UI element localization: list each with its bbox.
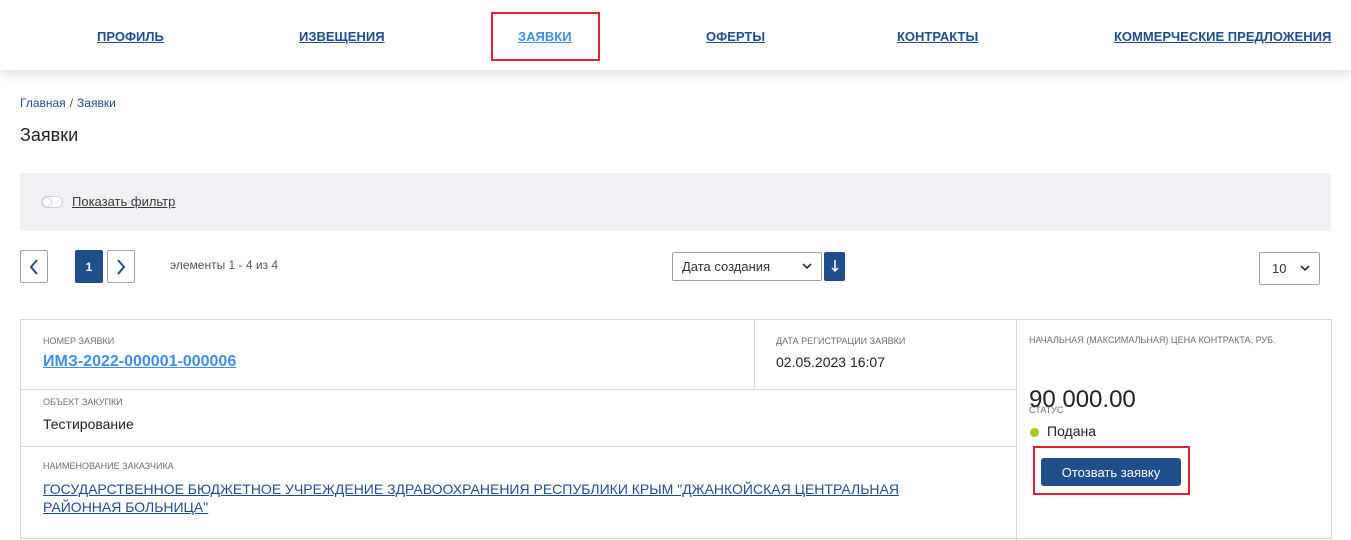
procurement-object-label: ОБЪЕКТ ЗАКУПКИ (43, 397, 123, 407)
breadcrumb-home-link[interactable]: Главная (20, 96, 66, 110)
pagination-info: элементы 1 - 4 из 4 (170, 258, 279, 272)
arrow-down-icon (830, 260, 839, 273)
nav-item-profile[interactable]: ПРОФИЛЬ (97, 29, 164, 44)
initial-price-label: НАЧАЛЬНАЯ (МАКСИМАЛЬНАЯ) ЦЕНА КОНТРАКТА,… (1029, 335, 1276, 345)
registration-date: 02.05.2023 16:07 (776, 354, 885, 370)
page-title: Заявки (20, 125, 79, 145)
status-indicator-icon (1030, 428, 1039, 437)
customer-name-label: НАИМЕНОВАНИЕ ЗАКАЗЧИКА (43, 461, 174, 471)
application-number-label: НОМЕР ЗАЯВКИ (43, 336, 115, 346)
status-value: Подана (1047, 423, 1097, 439)
chevron-down-icon (1300, 265, 1310, 272)
application-number-link[interactable]: ИМЗ-2022-000001-000006 (43, 353, 236, 371)
sort-field-select[interactable]: Дата создания (672, 252, 822, 281)
top-navigation: ПРОФИЛЬ ИЗВЕЩЕНИЯ ЗАЯВКИ ОФЕРТЫ КОНТРАКТ… (0, 0, 1351, 70)
sort-field-value: Дата создания (682, 259, 771, 274)
registration-date-label: ДАТА РЕГИСТРАЦИИ ЗАЯВКИ (776, 336, 906, 346)
filter-toggle-switch[interactable] (41, 196, 63, 208)
divider (21, 446, 1016, 447)
nav-item-applications[interactable]: ЗАЯВКИ (518, 29, 572, 44)
per-page-select[interactable]: 10 (1259, 252, 1320, 285)
page-1-button[interactable]: 1 (75, 250, 103, 283)
nav-item-commercial-offers[interactable]: КОММЕРЧЕСКИЕ ПРЕДЛОЖЕНИЯ (1114, 29, 1331, 44)
breadcrumb-current: Заявки (77, 96, 116, 110)
breadcrumb: Главная / Заявки (20, 96, 116, 110)
show-filter-link[interactable]: Показать фильтр (72, 194, 175, 209)
nav-item-contracts[interactable]: КОНТРАКТЫ (897, 29, 978, 44)
customer-name-link[interactable]: ГОСУДАРСТВЕННОЕ БЮДЖЕТНОЕ УЧРЕЖДЕНИЕ ЗДР… (43, 480, 973, 516)
sort-direction-button[interactable] (824, 252, 845, 281)
chevron-right-icon (117, 258, 126, 275)
application-card: НОМЕР ЗАЯВКИ ИМЗ-2022-000001-000006 ДАТА… (20, 319, 1332, 540)
divider (21, 389, 1016, 390)
chevron-left-icon (29, 258, 38, 275)
nav-item-offers[interactable]: ОФЕРТЫ (706, 29, 765, 44)
divider (754, 320, 755, 389)
chevron-down-icon (802, 263, 812, 270)
per-page-value: 10 (1272, 261, 1287, 276)
divider (1016, 320, 1017, 540)
withdraw-application-button[interactable]: Отозвать заявку (1041, 458, 1181, 486)
filter-bar: Показать фильтр (20, 173, 1331, 231)
prev-page-button[interactable] (20, 250, 48, 283)
breadcrumb-separator: / (69, 96, 74, 110)
status-label: СТАТУС (1029, 405, 1064, 415)
nav-item-notices[interactable]: ИЗВЕЩЕНИЯ (299, 29, 385, 44)
next-page-button[interactable] (107, 250, 135, 283)
procurement-object: Тестирование (43, 416, 134, 432)
